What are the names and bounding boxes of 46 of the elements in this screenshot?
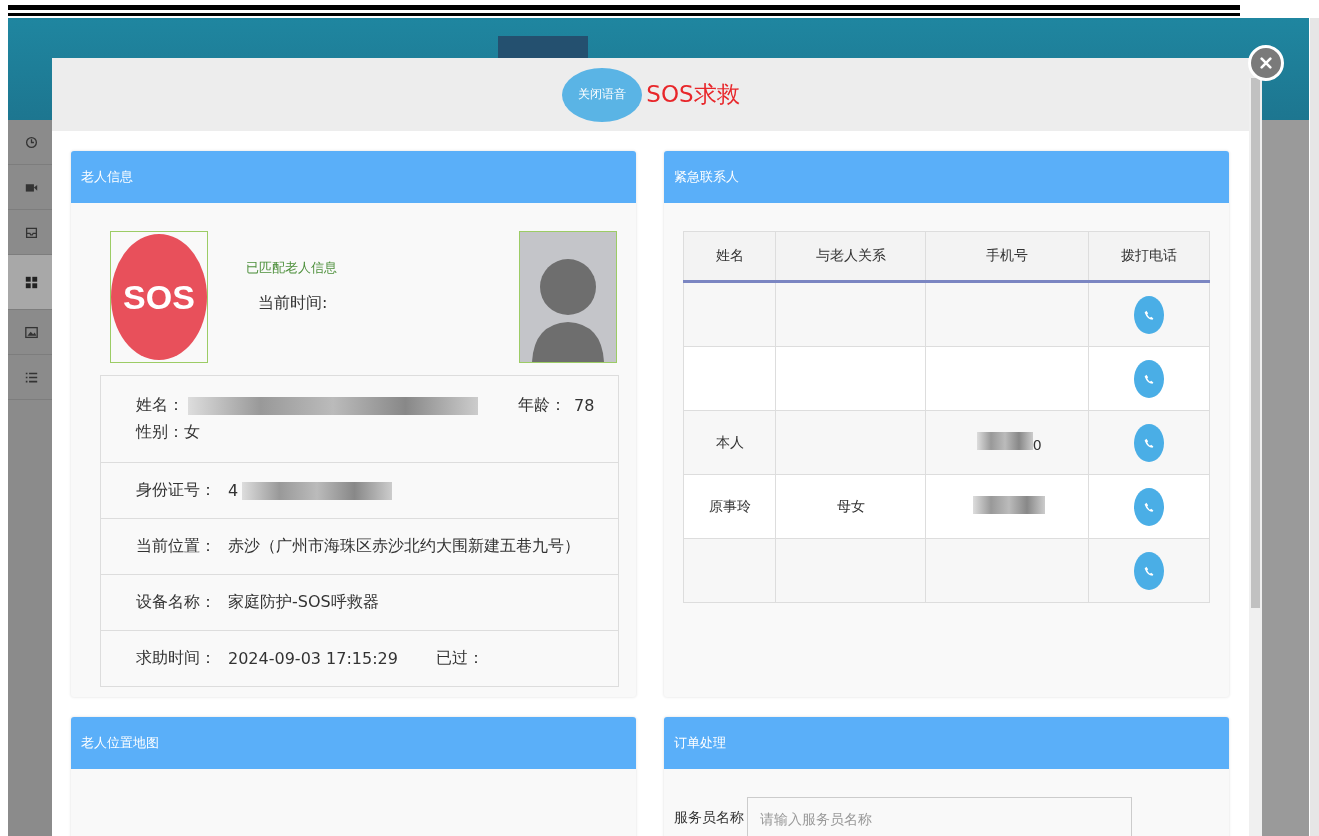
dialog-title: SOS求救 bbox=[646, 80, 740, 109]
match-status: 已匹配老人信息 bbox=[246, 259, 338, 277]
close-voice-button[interactable]: 关闭语音 bbox=[562, 67, 643, 122]
table-cell: 本人 bbox=[715, 433, 744, 450]
inbox-icon[interactable] bbox=[25, 225, 38, 239]
panel-header: 老人位置地图 bbox=[71, 717, 636, 769]
call-button[interactable] bbox=[1133, 423, 1164, 462]
field-label: 姓名： bbox=[136, 395, 184, 416]
sos-badge: SOS bbox=[111, 234, 207, 360]
grid-icon[interactable] bbox=[25, 275, 38, 289]
clock-icon[interactable] bbox=[25, 135, 38, 149]
field-value: 赤沙（广州市海珠区赤沙北约大围新建五巷九号） bbox=[228, 536, 580, 557]
field-value: 2024-09-03 17:15:29 bbox=[228, 649, 398, 668]
field-label: 设备名称： bbox=[136, 592, 217, 613]
page-scrollbar[interactable] bbox=[1310, 18, 1319, 836]
field-label: 求助时间： bbox=[136, 648, 217, 669]
table-cell: 原事玲 bbox=[708, 497, 751, 514]
scroll-thumb[interactable] bbox=[1251, 78, 1260, 608]
dialog-scrollbar[interactable] bbox=[1249, 78, 1262, 836]
field-value: 女 bbox=[184, 422, 200, 443]
list-icon[interactable] bbox=[25, 370, 38, 384]
field-label: 性别： bbox=[136, 422, 184, 443]
panel-header: 老人信息 bbox=[71, 151, 636, 203]
input-field[interactable]: 请输入服务员名称 bbox=[747, 797, 1132, 836]
field-label: 当前位置： bbox=[136, 536, 217, 557]
column-header: 拨打电话 bbox=[1088, 231, 1210, 282]
table-cell: 0 bbox=[1032, 437, 1042, 453]
call-button[interactable] bbox=[1133, 551, 1164, 590]
call-button[interactable] bbox=[1133, 359, 1164, 398]
field-value: 4 bbox=[228, 481, 239, 500]
current-time-label: 当前时间: bbox=[257, 293, 329, 314]
field-label: 身份证号： bbox=[136, 480, 217, 501]
panel-header: 订单处理 bbox=[664, 717, 1229, 769]
field-value: 家庭防护-SOS呼救器 bbox=[228, 592, 379, 613]
field-value: 78 bbox=[574, 396, 595, 415]
field-label: 年龄： bbox=[518, 395, 566, 416]
field-label: 已过： bbox=[435, 648, 484, 669]
table-cell: 母女 bbox=[836, 497, 865, 514]
field-label: 服务员名称 bbox=[674, 808, 744, 827]
call-button[interactable] bbox=[1133, 487, 1164, 526]
column-header: 姓名 bbox=[683, 231, 776, 282]
column-header: 手机号 bbox=[925, 231, 1089, 282]
panel-header: 紧急联系人 bbox=[664, 151, 1229, 203]
column-header: 与老人关系 bbox=[775, 231, 926, 282]
picture-icon[interactable] bbox=[25, 325, 38, 339]
call-button[interactable] bbox=[1133, 295, 1164, 334]
